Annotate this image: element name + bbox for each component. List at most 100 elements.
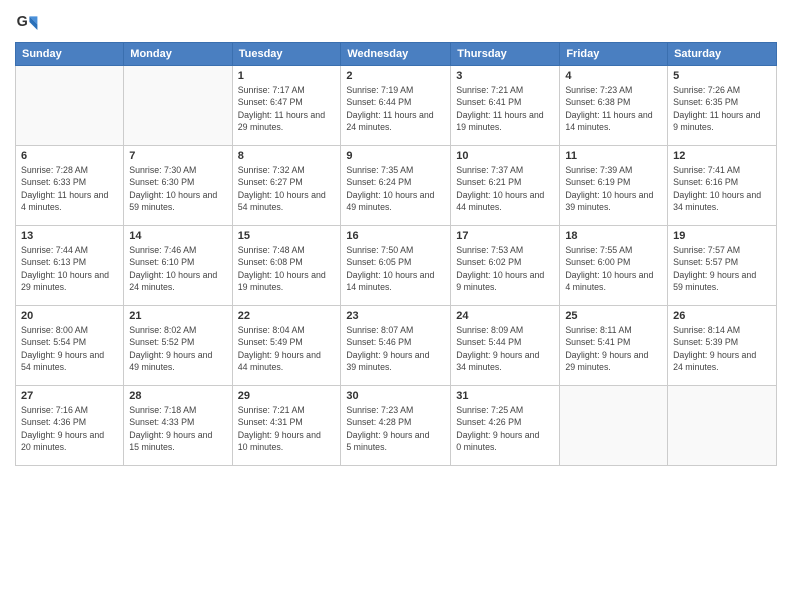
day-number: 3 <box>456 70 554 82</box>
svg-text:G: G <box>17 14 28 30</box>
day-info: Sunrise: 7:32 AMSunset: 6:27 PMDaylight:… <box>238 164 336 213</box>
day-info: Sunrise: 7:16 AMSunset: 4:36 PMDaylight:… <box>21 404 118 453</box>
day-info: Sunrise: 8:00 AMSunset: 5:54 PMDaylight:… <box>21 324 118 373</box>
day-info: Sunrise: 7:37 AMSunset: 6:21 PMDaylight:… <box>456 164 554 213</box>
day-number: 18 <box>565 230 662 242</box>
calendar-cell: 26 Sunrise: 8:14 AMSunset: 5:39 PMDayligh… <box>668 306 777 386</box>
day-info: Sunrise: 7:39 AMSunset: 6:19 PMDaylight:… <box>565 164 662 213</box>
calendar-header: SundayMondayTuesdayWednesdayThursdayFrid… <box>16 43 777 66</box>
day-number: 19 <box>673 230 771 242</box>
calendar-cell: 19 Sunrise: 7:57 AMSunset: 5:57 PMDayligh… <box>668 226 777 306</box>
calendar-cell: 8 Sunrise: 7:32 AMSunset: 6:27 PMDaylight… <box>232 146 341 226</box>
calendar-cell: 2 Sunrise: 7:19 AMSunset: 6:44 PMDaylight… <box>341 66 451 146</box>
calendar-cell: 5 Sunrise: 7:26 AMSunset: 6:35 PMDaylight… <box>668 66 777 146</box>
calendar-cell: 4 Sunrise: 7:23 AMSunset: 6:38 PMDaylight… <box>560 66 668 146</box>
day-info: Sunrise: 7:55 AMSunset: 6:00 PMDaylight:… <box>565 244 662 293</box>
week-row-3: 13 Sunrise: 7:44 AMSunset: 6:13 PMDayligh… <box>16 226 777 306</box>
day-number: 30 <box>346 390 445 402</box>
day-number: 15 <box>238 230 336 242</box>
weekday-header-friday: Friday <box>560 43 668 66</box>
weekday-header-wednesday: Wednesday <box>341 43 451 66</box>
day-info: Sunrise: 7:57 AMSunset: 5:57 PMDaylight:… <box>673 244 771 293</box>
day-info: Sunrise: 7:23 AMSunset: 4:28 PMDaylight:… <box>346 404 445 453</box>
weekday-header-thursday: Thursday <box>451 43 560 66</box>
day-info: Sunrise: 7:44 AMSunset: 6:13 PMDaylight:… <box>21 244 118 293</box>
calendar-cell: 11 Sunrise: 7:39 AMSunset: 6:19 PMDayligh… <box>560 146 668 226</box>
calendar-cell <box>16 66 124 146</box>
day-info: Sunrise: 7:23 AMSunset: 6:38 PMDaylight:… <box>565 84 662 133</box>
week-row-1: 1Sunrise: 7:17 AMSunset: 6:47 PMDaylight… <box>16 66 777 146</box>
day-info: Sunrise: 8:09 AMSunset: 5:44 PMDaylight:… <box>456 324 554 373</box>
day-number: 20 <box>21 310 118 322</box>
calendar-cell <box>560 386 668 466</box>
day-number: 6 <box>21 150 118 162</box>
day-number: 29 <box>238 390 336 402</box>
calendar-cell: 21Sunrise: 8:02 AMSunset: 5:52 PMDayligh… <box>124 306 232 386</box>
day-number: 22 <box>238 310 336 322</box>
week-row-2: 6 Sunrise: 7:28 AMSunset: 6:33 PMDaylight… <box>16 146 777 226</box>
day-info: Sunrise: 7:28 AMSunset: 6:33 PMDaylight:… <box>21 164 118 213</box>
day-number: 8 <box>238 150 336 162</box>
calendar-cell: 30 Sunrise: 7:23 AMSunset: 4:28 PMDayligh… <box>341 386 451 466</box>
calendar-cell: 27 Sunrise: 7:16 AMSunset: 4:36 PMDayligh… <box>16 386 124 466</box>
logo-icon: G <box>15 10 39 34</box>
calendar-cell: 9Sunrise: 7:35 AMSunset: 6:24 PMDaylight… <box>341 146 451 226</box>
day-number: 5 <box>673 70 771 82</box>
day-info: Sunrise: 8:07 AMSunset: 5:46 PMDaylight:… <box>346 324 445 373</box>
calendar-cell: 12Sunrise: 7:41 AMSunset: 6:16 PMDayligh… <box>668 146 777 226</box>
day-info: Sunrise: 7:48 AMSunset: 6:08 PMDaylight:… <box>238 244 336 293</box>
day-number: 17 <box>456 230 554 242</box>
calendar-cell: 22 Sunrise: 8:04 AMSunset: 5:49 PMDayligh… <box>232 306 341 386</box>
logo: G <box>15 10 43 34</box>
day-info: Sunrise: 7:21 AMSunset: 6:41 PMDaylight:… <box>456 84 554 133</box>
calendar-cell: 3 Sunrise: 7:21 AMSunset: 6:41 PMDaylight… <box>451 66 560 146</box>
day-info: Sunrise: 8:11 AMSunset: 5:41 PMDaylight:… <box>565 324 662 373</box>
calendar-cell: 24 Sunrise: 8:09 AMSunset: 5:44 PMDayligh… <box>451 306 560 386</box>
calendar-cell: 10Sunrise: 7:37 AMSunset: 6:21 PMDayligh… <box>451 146 560 226</box>
day-info: Sunrise: 7:21 AMSunset: 4:31 PMDaylight:… <box>238 404 336 453</box>
day-number: 7 <box>129 150 226 162</box>
calendar-cell: 17 Sunrise: 7:53 AMSunset: 6:02 PMDayligh… <box>451 226 560 306</box>
day-info: Sunrise: 7:18 AMSunset: 4:33 PMDaylight:… <box>129 404 226 453</box>
day-number: 27 <box>21 390 118 402</box>
day-number: 4 <box>565 70 662 82</box>
calendar-cell <box>668 386 777 466</box>
day-info: Sunrise: 7:19 AMSunset: 6:44 PMDaylight:… <box>346 84 445 133</box>
day-info: Sunrise: 7:53 AMSunset: 6:02 PMDaylight:… <box>456 244 554 293</box>
day-info: Sunrise: 7:25 AMSunset: 4:26 PMDaylight:… <box>456 404 554 453</box>
calendar-body: 1Sunrise: 7:17 AMSunset: 6:47 PMDaylight… <box>16 66 777 466</box>
day-number: 12 <box>673 150 771 162</box>
day-info: Sunrise: 7:46 AMSunset: 6:10 PMDaylight:… <box>129 244 226 293</box>
day-number: 28 <box>129 390 226 402</box>
day-number: 25 <box>565 310 662 322</box>
weekday-header-saturday: Saturday <box>668 43 777 66</box>
day-info: Sunrise: 7:35 AMSunset: 6:24 PMDaylight:… <box>346 164 445 213</box>
page: G SundayMondayTuesdayWednesdayThursdayFr… <box>0 0 792 612</box>
calendar-table: SundayMondayTuesdayWednesdayThursdayFrid… <box>15 42 777 466</box>
day-number: 24 <box>456 310 554 322</box>
calendar-cell: 31 Sunrise: 7:25 AMSunset: 4:26 PMDayligh… <box>451 386 560 466</box>
day-number: 31 <box>456 390 554 402</box>
day-info: Sunrise: 7:26 AMSunset: 6:35 PMDaylight:… <box>673 84 771 133</box>
calendar-cell: 29 Sunrise: 7:21 AMSunset: 4:31 PMDayligh… <box>232 386 341 466</box>
day-info: Sunrise: 8:14 AMSunset: 5:39 PMDaylight:… <box>673 324 771 373</box>
calendar-cell: 25 Sunrise: 8:11 AMSunset: 5:41 PMDayligh… <box>560 306 668 386</box>
calendar-cell: 15 Sunrise: 7:48 AMSunset: 6:08 PMDayligh… <box>232 226 341 306</box>
calendar-cell: 28 Sunrise: 7:18 AMSunset: 4:33 PMDayligh… <box>124 386 232 466</box>
day-number: 26 <box>673 310 771 322</box>
day-number: 14 <box>129 230 226 242</box>
header: G <box>15 10 777 34</box>
calendar-cell: 20 Sunrise: 8:00 AMSunset: 5:54 PMDayligh… <box>16 306 124 386</box>
calendar-cell: 13 Sunrise: 7:44 AMSunset: 6:13 PMDayligh… <box>16 226 124 306</box>
day-number: 13 <box>21 230 118 242</box>
week-row-4: 20 Sunrise: 8:00 AMSunset: 5:54 PMDayligh… <box>16 306 777 386</box>
calendar-cell: 7Sunrise: 7:30 AMSunset: 6:30 PMDaylight… <box>124 146 232 226</box>
day-info: Sunrise: 8:02 AMSunset: 5:52 PMDaylight:… <box>129 324 226 373</box>
weekday-header-row: SundayMondayTuesdayWednesdayThursdayFrid… <box>16 43 777 66</box>
calendar-cell <box>124 66 232 146</box>
day-number: 2 <box>346 70 445 82</box>
day-info: Sunrise: 8:04 AMSunset: 5:49 PMDaylight:… <box>238 324 336 373</box>
weekday-header-tuesday: Tuesday <box>232 43 341 66</box>
day-number: 11 <box>565 150 662 162</box>
calendar-cell: 18 Sunrise: 7:55 AMSunset: 6:00 PMDayligh… <box>560 226 668 306</box>
